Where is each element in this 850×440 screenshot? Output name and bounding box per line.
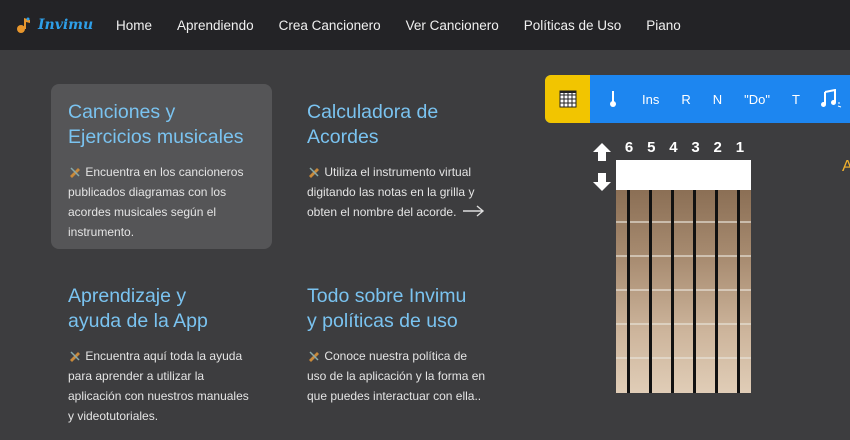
chord-grid-icon bbox=[559, 90, 576, 108]
nav-ver-cancionero[interactable]: Ver Cancionero bbox=[406, 18, 499, 33]
nav-piano[interactable]: Piano bbox=[646, 18, 681, 33]
nav-politicas[interactable]: Políticas de Uso bbox=[524, 18, 622, 33]
card-title: Calculadora de Acordes bbox=[307, 101, 439, 148]
music-note-logo-icon bbox=[17, 17, 30, 33]
string-number: 4 bbox=[669, 139, 678, 156]
string-number: 1 bbox=[735, 139, 745, 156]
t-button[interactable]: T bbox=[792, 92, 800, 107]
card-calculadora[interactable]: Calculadora de Acordes Utiliza el instru… bbox=[290, 84, 506, 249]
nav-aprendiendo[interactable]: Aprendiendo bbox=[177, 18, 254, 33]
string-number: 3 bbox=[691, 139, 700, 156]
tools-icon bbox=[309, 351, 319, 362]
card-title: Aprendizaje y ayuda de la App bbox=[68, 285, 208, 332]
fret-arrows bbox=[593, 143, 611, 191]
tools-icon bbox=[70, 167, 80, 178]
card-description: Utiliza el instrumento virtual digitando… bbox=[307, 162, 489, 222]
card-description: Encuentra en los cancioneros publicados … bbox=[68, 165, 244, 239]
tools-icon bbox=[70, 351, 80, 362]
ins-button[interactable]: Ins bbox=[642, 92, 659, 107]
card-aprendizaje[interactable]: Aprendizaje y ayuda de la App Encuentra … bbox=[51, 268, 272, 428]
card-description: Conoce nuestra política de uso de la apl… bbox=[307, 349, 486, 403]
arrow-down-icon[interactable] bbox=[593, 173, 611, 191]
string-numbers: 6 5 4 3 2 1 bbox=[618, 139, 751, 159]
nav-crea-cancionero[interactable]: Crea Cancionero bbox=[279, 18, 381, 33]
card-title: Canciones y Ejercicios musicales bbox=[68, 101, 244, 148]
arrow-up-icon[interactable] bbox=[593, 143, 611, 161]
tools-icon bbox=[309, 167, 319, 178]
arrow-right-icon[interactable] bbox=[462, 205, 486, 217]
fretboard-lines bbox=[616, 190, 751, 393]
do-button[interactable]: "Do" bbox=[744, 92, 770, 107]
n-button[interactable]: N bbox=[713, 92, 722, 107]
side-label: A bbox=[842, 158, 850, 175]
string-number: 5 bbox=[647, 139, 656, 156]
card-canciones[interactable]: Canciones y Ejercicios musicales Encuent… bbox=[51, 84, 272, 249]
card-politicas[interactable]: Todo sobre Invimu y políticas de uso Con… bbox=[290, 268, 506, 428]
card-title: Todo sobre Invimu y políticas de uso bbox=[307, 285, 467, 332]
guitar-fretboard[interactable] bbox=[616, 190, 751, 393]
music-sound-icon[interactable] bbox=[820, 89, 842, 109]
r-button[interactable]: R bbox=[681, 92, 690, 107]
tuner-icon[interactable] bbox=[606, 90, 620, 108]
top-navbar: Invimu Home Aprendiendo Crea Cancionero … bbox=[0, 0, 850, 50]
string-number: 2 bbox=[713, 139, 722, 156]
chord-grid-button[interactable] bbox=[545, 75, 590, 123]
card-description: Encuentra aquí toda la ayuda para aprend… bbox=[68, 349, 249, 423]
brand-logo[interactable]: Invimu bbox=[14, 15, 98, 35]
instrument-toolbar: Ins R N "Do" T bbox=[545, 75, 850, 123]
fretboard-nut[interactable] bbox=[616, 160, 751, 190]
brand-name: Invimu bbox=[38, 17, 94, 33]
nav-home[interactable]: Home bbox=[116, 18, 152, 33]
string-number: 6 bbox=[624, 139, 634, 156]
